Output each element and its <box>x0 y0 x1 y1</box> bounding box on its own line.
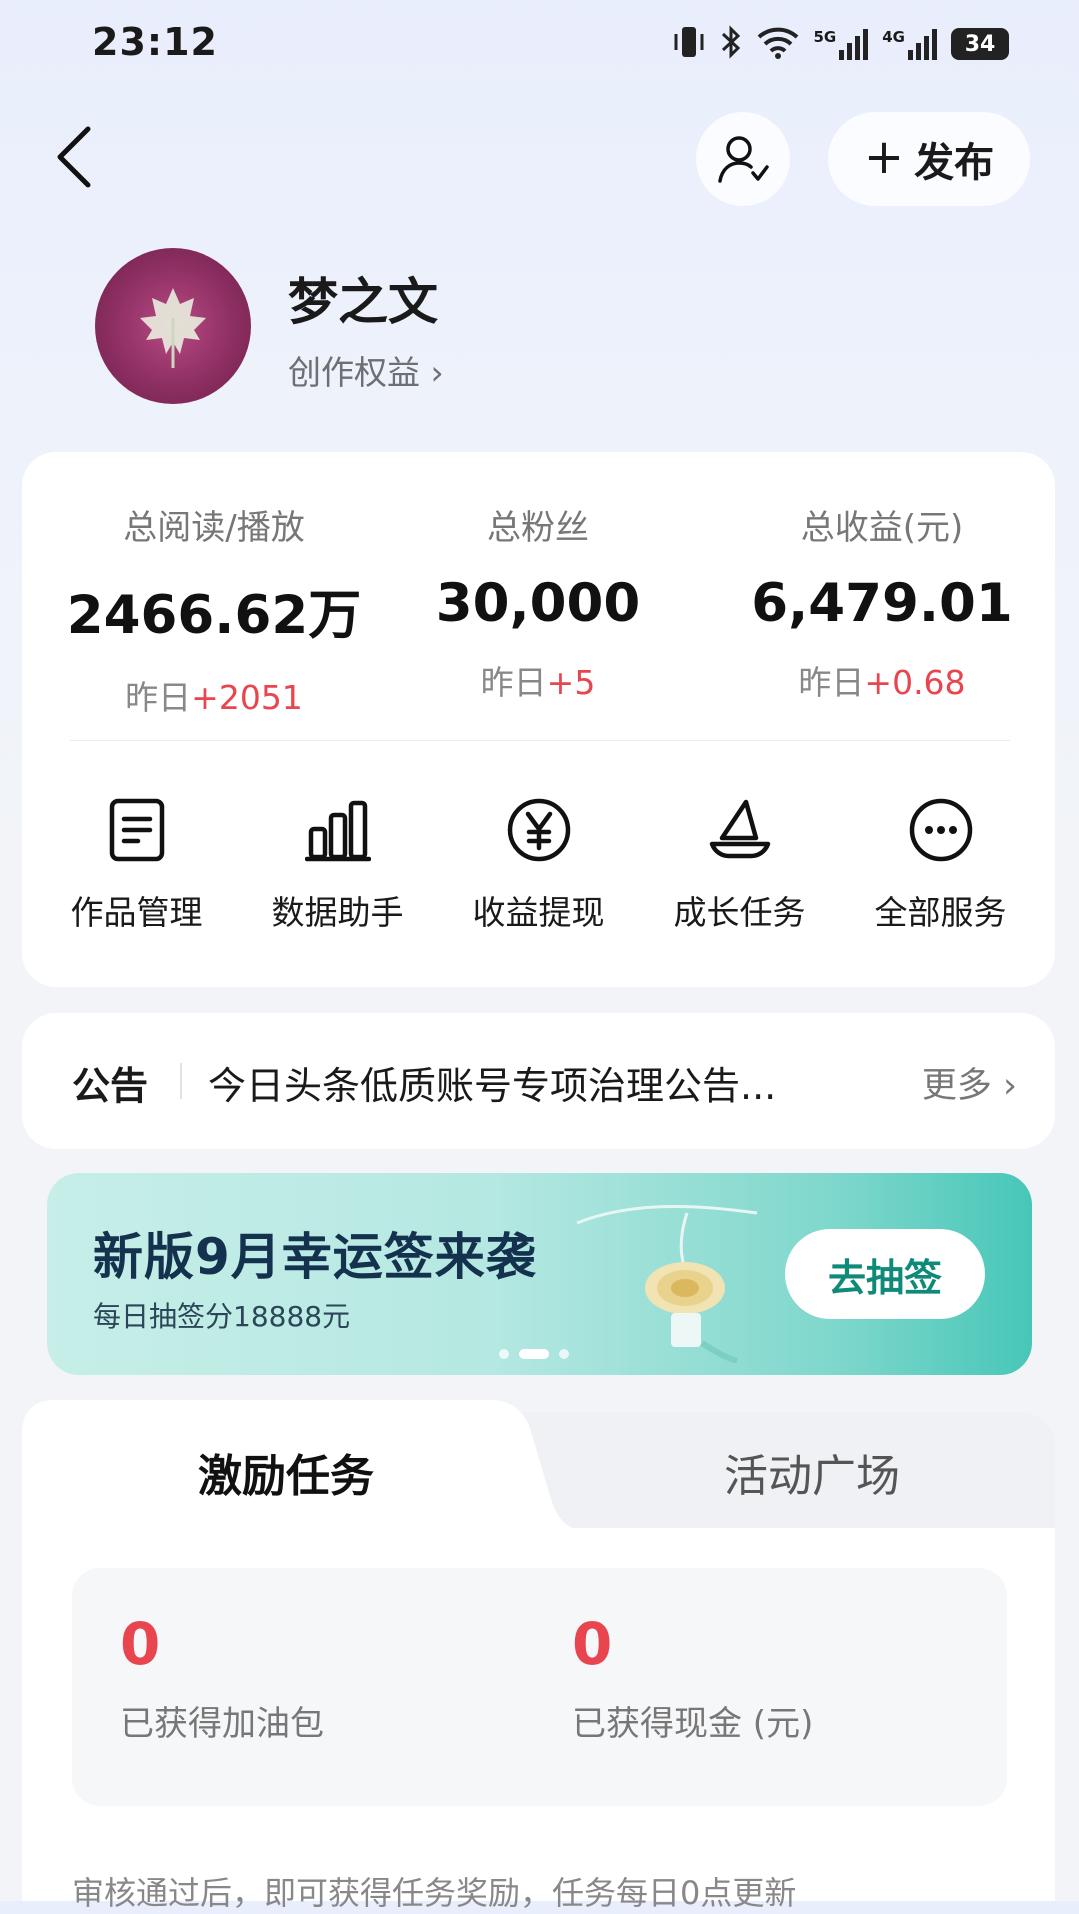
stat-change-prefix: 昨日 <box>798 663 865 702</box>
stat-value: 30,000 <box>435 573 641 634</box>
carousel-dot[interactable] <box>559 1349 569 1359</box>
battery-icon: 34 <box>951 28 1009 60</box>
promo-banner[interactable]: 新版9月幸运签来袭 每日抽签分18888元 去抽签 <box>47 1173 1032 1375</box>
reward-value: 0 <box>120 1610 161 1678</box>
stat-change-delta: +0.68 <box>864 663 966 702</box>
wifi-icon <box>756 25 800 63</box>
sailboat-icon <box>702 792 778 868</box>
yuan-icon <box>501 792 577 868</box>
stat-change-delta: +5 <box>546 663 596 702</box>
publish-label: 发布 <box>914 140 995 186</box>
network-4g-label: 4G <box>882 28 905 46</box>
document-icon <box>99 792 175 868</box>
tab-incentive-tasks[interactable]: 激励任务 <box>198 1440 374 1504</box>
divider <box>70 740 1010 741</box>
task-section: 激励任务 活动广场 0 已获得加油包 0 已获得现金 (元) 审核通过后，即可获… <box>22 1400 1055 1912</box>
stat-value: 2466.62万 <box>66 585 362 646</box>
service-all-services[interactable]: 全部服务 <box>851 792 1031 934</box>
service-label: 收益提现 <box>472 893 605 932</box>
service-label: 全部服务 <box>874 893 1007 932</box>
service-label: 作品管理 <box>70 893 203 932</box>
reward-label: 已获得现金 (元) <box>572 1704 814 1744</box>
plus-icon: + <box>863 129 905 185</box>
reward-summary: 0 已获得加油包 0 已获得现金 (元) <box>72 1568 1007 1806</box>
status-bar: 23:12 5G 4G 34 <box>0 0 1079 90</box>
stat-label: 总阅读/播放 <box>123 508 305 548</box>
reward-value: 0 <box>572 1610 613 1678</box>
tab-activity-plaza[interactable]: 活动广场 <box>724 1440 900 1504</box>
draw-lot-button[interactable]: 去抽签 <box>785 1229 985 1319</box>
reward-fuel-pack: 0 已获得加油包 <box>120 1610 324 1745</box>
user-follow-button[interactable] <box>696 112 790 206</box>
service-income-withdraw[interactable]: 收益提现 <box>449 792 629 934</box>
avatar[interactable] <box>95 248 251 404</box>
network-5g-label: 5G <box>813 28 837 46</box>
status-time: 23:12 <box>92 20 218 64</box>
notice-bar[interactable]: 公告 今日头条低质账号专项治理公告... 更多 › <box>22 1013 1055 1149</box>
stat-label: 总收益(元) <box>800 508 964 548</box>
carousel-dot[interactable] <box>499 1349 509 1359</box>
stat-label: 总粉丝 <box>487 508 589 548</box>
service-label: 成长任务 <box>673 893 806 932</box>
service-works-management[interactable]: 作品管理 <box>47 792 227 934</box>
service-label: 数据助手 <box>271 893 404 932</box>
bar-chart-icon <box>300 792 376 868</box>
stat-total-income[interactable]: 总收益(元) 6,479.01 昨日+0.68 <box>722 500 1042 704</box>
user-name: 梦之文 <box>288 273 438 331</box>
stat-change-delta: +2051 <box>191 678 303 717</box>
task-footer-note: 审核通过后，即可获得任务奖励，任务每日0点更新 <box>72 1874 797 1912</box>
service-data-assistant[interactable]: 数据助手 <box>248 792 428 934</box>
chrysanthemum-charm-image <box>576 1204 758 1363</box>
reward-label: 已获得加油包 <box>120 1704 324 1744</box>
notice-text[interactable]: 今日头条低质账号专项治理公告... <box>208 1055 828 1110</box>
stat-change-prefix: 昨日 <box>125 678 192 717</box>
service-growth-tasks[interactable]: 成长任务 <box>650 792 830 934</box>
reward-cash: 0 已获得现金 (元) <box>572 1610 813 1745</box>
carousel-dots <box>499 1349 569 1359</box>
banner-title: 新版9月幸运签来袭 <box>93 1228 537 1286</box>
stat-change-prefix: 昨日 <box>480 663 547 702</box>
chevron-left-icon <box>57 126 91 188</box>
carousel-dot-active[interactable] <box>519 1349 549 1359</box>
maple-leaf-image <box>140 288 206 368</box>
publish-button[interactable]: + 发布 <box>828 112 1030 206</box>
notice-title: 公告 <box>72 1064 149 1108</box>
back-button[interactable] <box>44 122 104 192</box>
signal-4g-icon: 4G <box>882 28 937 60</box>
stat-total-reads[interactable]: 总阅读/播放 2466.62万 昨日+2051 <box>54 500 374 719</box>
user-check-icon <box>718 136 769 183</box>
divider <box>180 1063 182 1099</box>
vibrate-icon <box>672 24 706 64</box>
more-icon <box>903 792 979 868</box>
stat-change: 昨日+2051 <box>54 671 374 719</box>
stat-value: 6,479.01 <box>751 573 1013 634</box>
stat-total-fans[interactable]: 总粉丝 30,000 昨日+5 <box>378 500 698 704</box>
stats-card: 总阅读/播放 2466.62万 昨日+2051 总粉丝 30,000 昨日+5 … <box>22 452 1055 987</box>
status-icons: 5G 4G 34 <box>672 24 1009 64</box>
notice-more-link[interactable]: 更多 › <box>922 1057 1017 1108</box>
creator-rights-link[interactable]: 创作权益 › <box>288 346 444 394</box>
stat-change: 昨日+0.68 <box>722 656 1042 704</box>
banner-subtitle: 每日抽签分18888元 <box>93 1300 351 1333</box>
service-grid: 作品管理 数据助手 收益提现 成长任务 全部服务 <box>22 792 1055 934</box>
bluetooth-icon <box>720 24 742 64</box>
signal-5g-icon: 5G <box>814 28 869 60</box>
stat-change: 昨日+5 <box>378 656 698 704</box>
